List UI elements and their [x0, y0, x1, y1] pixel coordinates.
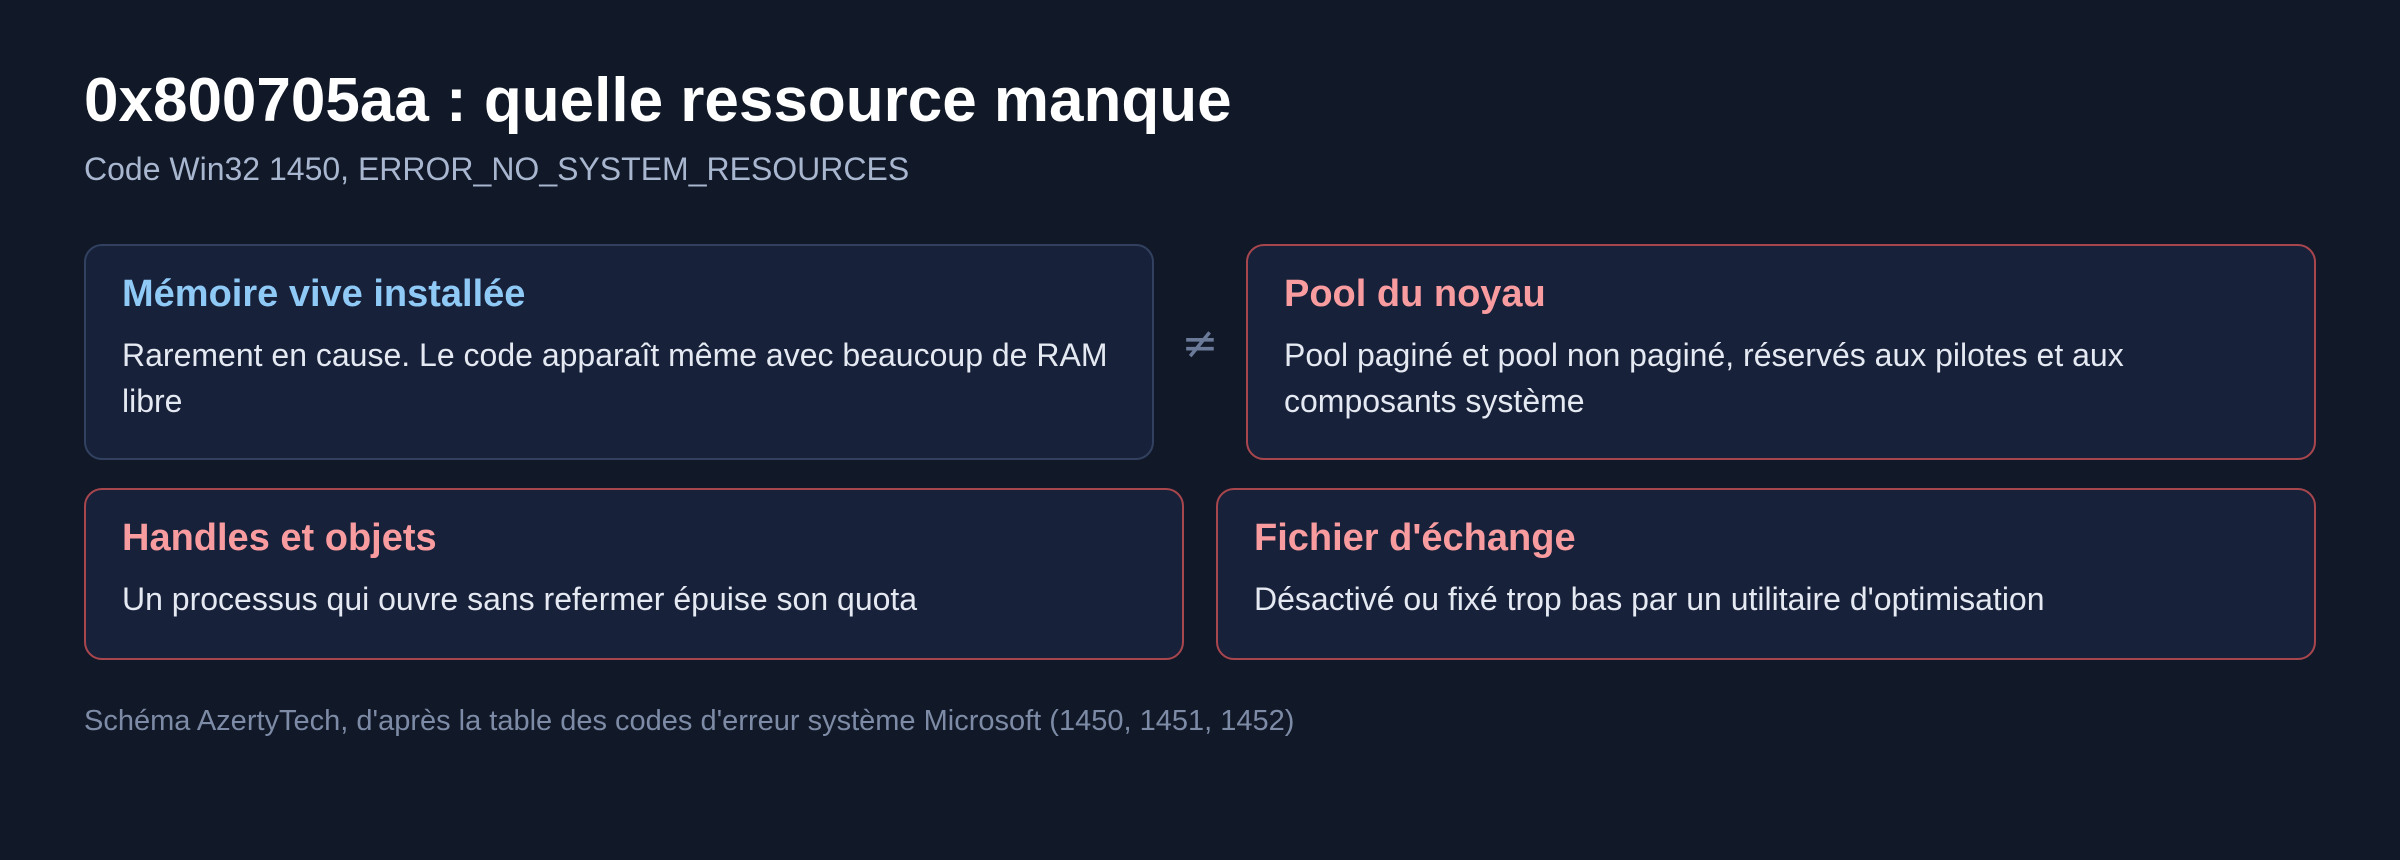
card-page-file: Fichier d'échange Désactivé ou fixé trop… — [1216, 488, 2316, 660]
source-caption: Schéma AzertyTech, d'après la table des … — [84, 705, 1295, 737]
page-subtitle: Code Win32 1450, ERROR_NO_SYSTEM_RESOURC… — [84, 151, 910, 187]
card-kernel-pool: Pool du noyau Pool paginé et pool non pa… — [1246, 244, 2316, 460]
card-description: Pool paginé et pool non paginé, réservés… — [1284, 336, 2124, 419]
card-description: Rarement en cause. Le code apparaît même… — [122, 336, 1108, 419]
not-equal-symbol: ≠ — [1181, 318, 1219, 369]
page-title: 0x800705aa : quelle ressource manque — [84, 66, 1232, 135]
card-title: Handles et objets — [122, 517, 437, 559]
card-installed-ram: Mémoire vive installée Rarement en cause… — [84, 244, 1154, 460]
card-handles-objects: Handles et objets Un processus qui ouvre… — [84, 488, 1184, 660]
card-description: Désactivé ou fixé trop bas par un utilit… — [1254, 580, 2045, 617]
card-title: Fichier d'échange — [1254, 517, 1576, 559]
card-description: Un processus qui ouvre sans refermer épu… — [122, 580, 918, 617]
card-title: Pool du noyau — [1284, 273, 1546, 315]
card-title: Mémoire vive installée — [122, 273, 526, 315]
